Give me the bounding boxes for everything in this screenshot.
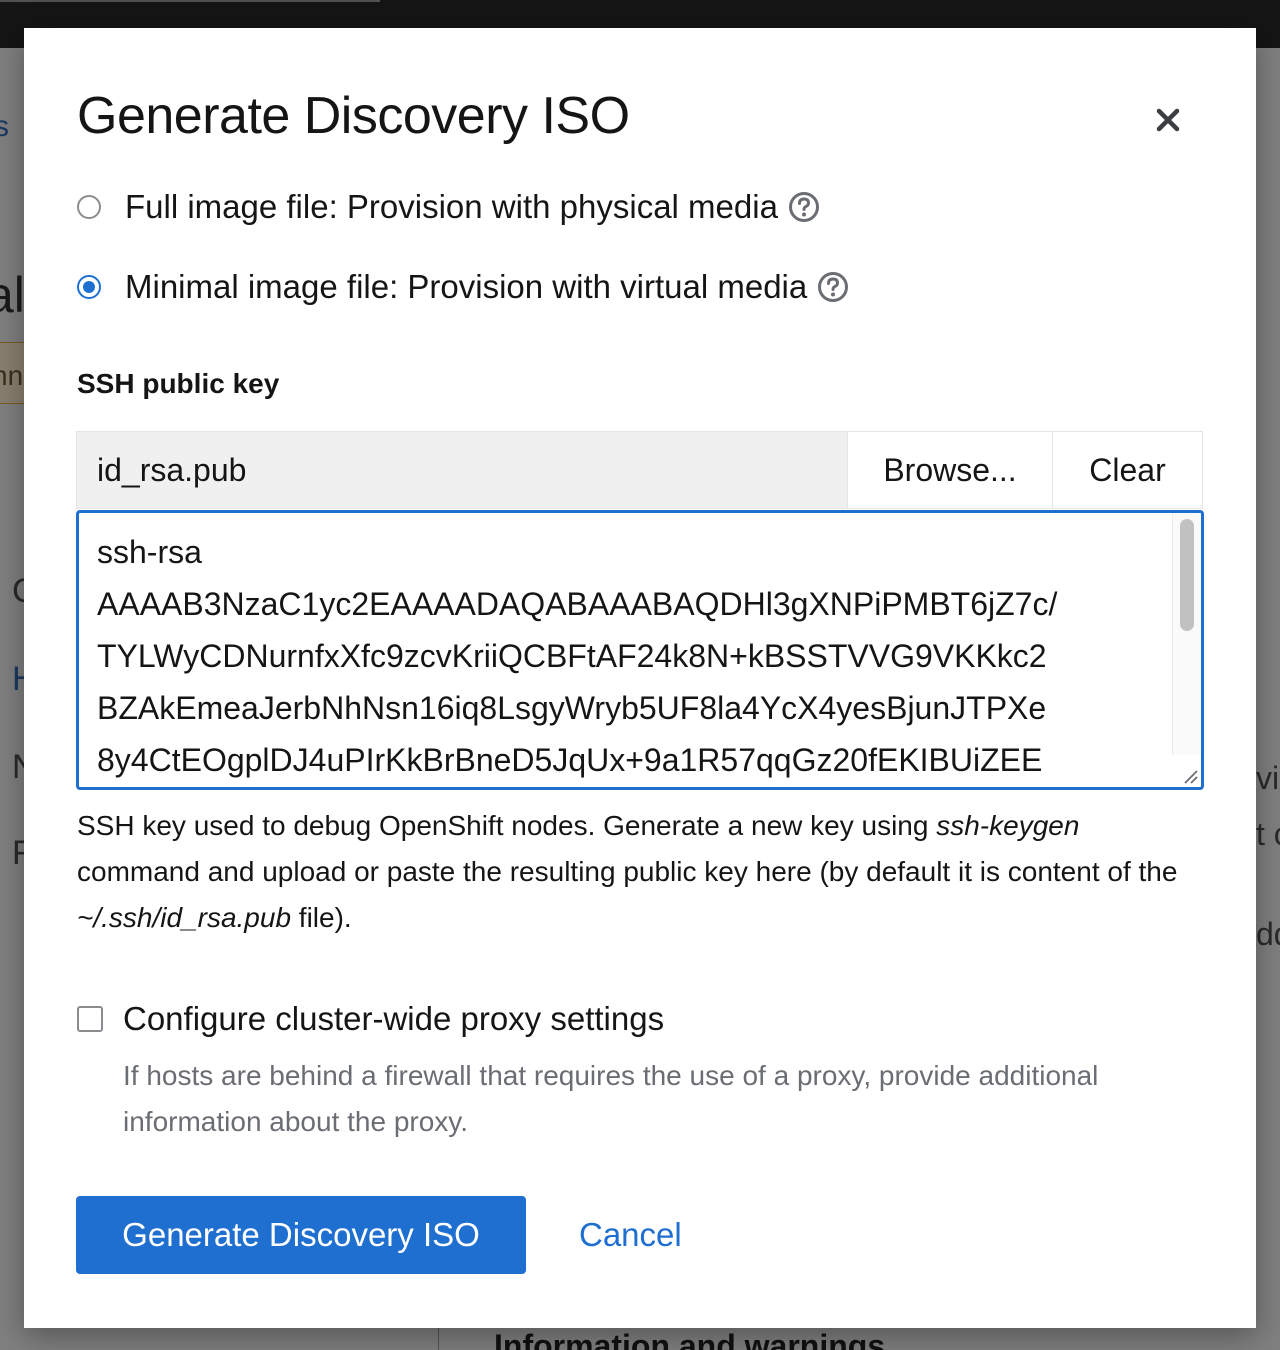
proxy-checkbox[interactable] — [77, 1006, 103, 1032]
proxy-checkbox-label: Configure cluster-wide proxy settings — [123, 1000, 665, 1037]
ssh-file-upload: id_rsa.pub Browse... Clear — [76, 431, 1203, 509]
generate-iso-button[interactable]: Generate Discovery ISO — [76, 1196, 526, 1274]
full-image-label: Full image file: Provision with physical… — [125, 188, 778, 225]
resize-handle-icon[interactable] — [1177, 763, 1199, 785]
background-text-fragment: dd — [1256, 916, 1280, 952]
minimal-image-label: Minimal image file: Provision with virtu… — [125, 268, 808, 305]
masthead-tab-indicator — [0, 0, 380, 2]
helper-text-part: file). — [291, 902, 352, 933]
helper-command: ssh-keygen — [936, 810, 1080, 841]
minimal-image-radio[interactable] — [77, 275, 101, 299]
modal-title: Generate Discovery ISO — [77, 87, 630, 145]
background-text-fragment: vic — [1256, 760, 1280, 796]
help-icon[interactable] — [817, 271, 849, 303]
ssh-key-content[interactable]: ssh-rsa AAAAB3NzaC1yc2EAAAADAQABAAABAQDH… — [79, 513, 1187, 786]
generate-iso-modal: Generate Discovery ISO Full image file: … — [24, 28, 1256, 1328]
close-icon — [1156, 108, 1180, 132]
scrollbar-thumb[interactable] — [1180, 519, 1194, 631]
full-image-radio[interactable] — [77, 195, 101, 219]
ssh-file-name-field[interactable]: id_rsa.pub — [77, 432, 847, 508]
ssh-key-label: SSH public key — [77, 368, 280, 399]
ssh-key-line: BZAkEmeaJerbNhNsn16iq8LsgyWryb5UF8la4YcX… — [97, 690, 1047, 726]
browse-button[interactable]: Browse... — [847, 432, 1052, 508]
ssh-key-line: 8y4CtEOgplDJ4uPIrKkBrBneD5JqUx+9a1R57qqG… — [97, 742, 1043, 778]
clear-button[interactable]: Clear — [1052, 432, 1202, 508]
helper-path: ~/.ssh/id_rsa.pub — [77, 902, 292, 933]
ssh-key-line: ssh-rsa — [97, 534, 202, 570]
background-text-fragment: t c — [1256, 816, 1280, 852]
ssh-key-line: TYLWyCDNurnfxXfc9zcvKriiQCBFtAF24k8N+kBS… — [97, 638, 1047, 674]
textarea-scrollbar[interactable] — [1172, 513, 1201, 755]
background-text-fragment: s — [0, 110, 9, 143]
ssh-helper-text: SSH key used to debug OpenShift nodes. G… — [77, 803, 1207, 941]
proxy-option[interactable]: Configure cluster-wide proxy settings — [77, 1000, 664, 1038]
proxy-description: If hosts are behind a firewall that requ… — [123, 1060, 1099, 1137]
helper-text-part: command and upload or paste the resultin… — [77, 856, 1178, 887]
full-image-option[interactable]: Full image file: Provision with physical… — [77, 188, 820, 226]
minimal-image-option[interactable]: Minimal image file: Provision with virtu… — [77, 268, 849, 306]
cancel-button[interactable]: Cancel — [579, 1196, 682, 1274]
background-text-fragment: nn — [0, 360, 24, 391]
close-button[interactable] — [1148, 100, 1188, 140]
ssh-key-line: AAAAB3NzaC1yc2EAAAADAQABAAABAQDHl3gXNPiP… — [97, 586, 1058, 622]
help-icon[interactable] — [788, 191, 820, 223]
background-divider — [438, 1328, 439, 1350]
helper-text-part: SSH key used to debug OpenShift nodes. G… — [77, 810, 937, 841]
ssh-key-textarea[interactable]: ssh-rsa AAAAB3NzaC1yc2EAAAADAQABAAABAQDH… — [76, 510, 1204, 790]
